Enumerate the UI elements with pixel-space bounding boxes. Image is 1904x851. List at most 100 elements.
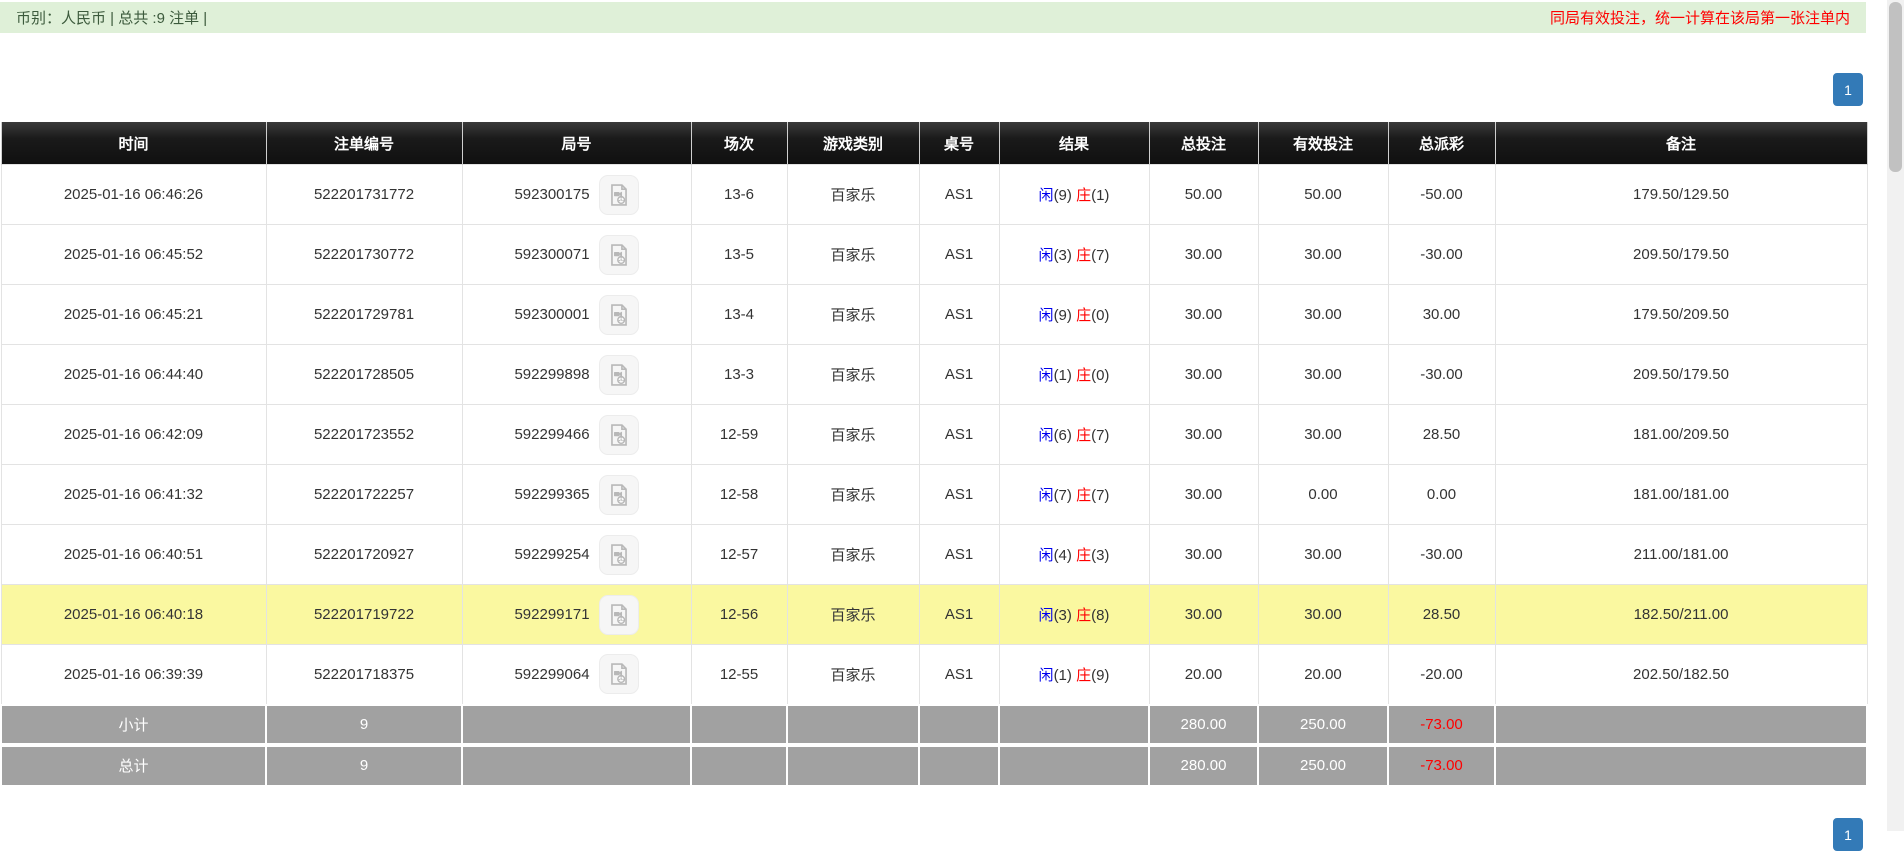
cell-round: 592300001	[462, 285, 691, 345]
video-replay-button[interactable]	[599, 595, 639, 635]
player-result-points: (9)	[1054, 187, 1072, 204]
col-header-table-no: 桌号	[919, 122, 999, 165]
cell-total-bet[interactable]: 30.00	[1149, 345, 1258, 405]
cell-result: 闲(3) 庄(8)	[999, 585, 1149, 645]
cell-bet-id: 522201729781	[266, 285, 462, 345]
banker-result-points: (9)	[1091, 667, 1109, 684]
round-number: 592300071	[514, 246, 589, 263]
cell-session: 12-59	[691, 405, 787, 465]
cell-payout: -30.00	[1388, 525, 1495, 585]
video-replay-button[interactable]	[599, 535, 639, 575]
cell-total-bet[interactable]: 30.00	[1149, 585, 1258, 645]
player-result-points: (1)	[1054, 367, 1072, 384]
cell-payout: 28.50	[1388, 585, 1495, 645]
cell-valid-bet: 30.00	[1258, 525, 1388, 585]
cell-total-bet[interactable]: 30.00	[1149, 225, 1258, 285]
banker-result-points: (8)	[1091, 607, 1109, 624]
cell-remark: 211.00/181.00	[1495, 525, 1867, 585]
player-result-points: (1)	[1054, 667, 1072, 684]
cell-total-bet[interactable]: 30.00	[1149, 405, 1258, 465]
player-result-label: 闲	[1039, 187, 1054, 204]
player-result-label: 闲	[1039, 367, 1054, 384]
col-header-round: 局号	[462, 122, 691, 165]
col-header-bet-id: 注单编号	[266, 122, 462, 165]
cell-bet-id: 522201720927	[266, 525, 462, 585]
cell-game-type: 百家乐	[787, 525, 919, 585]
video-file-icon	[606, 542, 632, 568]
cell-total-bet[interactable]: 30.00	[1149, 285, 1258, 345]
player-result-label: 闲	[1039, 547, 1054, 564]
banker-result-label: 庄	[1076, 667, 1091, 684]
round-number: 592299064	[514, 666, 589, 683]
summary-section: 小计 9 280.00 250.00 -73.00 总计 9 280.00 25…	[1, 705, 1867, 785]
subtotal-row: 小计 9 280.00 250.00 -73.00	[1, 705, 1867, 745]
cell-table-no: AS1	[919, 585, 999, 645]
cell-session: 12-55	[691, 645, 787, 705]
video-replay-button[interactable]	[599, 654, 639, 694]
cell-total-bet[interactable]: 20.00	[1149, 645, 1258, 705]
cell-table-no: AS1	[919, 345, 999, 405]
cell-bet-id: 522201719722	[266, 585, 462, 645]
video-file-icon	[606, 242, 632, 268]
cell-result: 闲(9) 庄(1)	[999, 165, 1149, 225]
cell-bet-id: 522201718375	[266, 645, 462, 705]
subtotal-payout: -73.00	[1388, 705, 1495, 745]
total-valid-bet: 250.00	[1258, 745, 1388, 785]
cell-remark: 179.50/129.50	[1495, 165, 1867, 225]
banker-result-points: (0)	[1091, 367, 1109, 384]
banker-result-points: (7)	[1091, 247, 1109, 264]
banker-result-label: 庄	[1076, 187, 1091, 204]
total-payout: -73.00	[1388, 745, 1495, 785]
cell-session: 13-6	[691, 165, 787, 225]
cell-game-type: 百家乐	[787, 465, 919, 525]
col-header-result: 结果	[999, 122, 1149, 165]
scrollbar-thumb[interactable]	[1889, 2, 1902, 172]
cell-payout: -20.00	[1388, 645, 1495, 705]
cell-total-bet[interactable]: 30.00	[1149, 525, 1258, 585]
cell-bet-id: 522201730772	[266, 225, 462, 285]
cell-round: 592300175	[462, 165, 691, 225]
cell-round: 592299898	[462, 345, 691, 405]
cell-time: 2025-01-16 06:45:21	[1, 285, 266, 345]
table-row: 2025-01-16 06:45:52 522201730772 5923000…	[1, 225, 1867, 285]
total-count: 9	[266, 745, 462, 785]
pagination-page-1-top[interactable]: 1	[1833, 73, 1863, 106]
cell-game-type: 百家乐	[787, 405, 919, 465]
cell-remark: 181.00/209.50	[1495, 405, 1867, 465]
cell-result: 闲(7) 庄(7)	[999, 465, 1149, 525]
cell-game-type: 百家乐	[787, 165, 919, 225]
video-replay-button[interactable]	[599, 175, 639, 215]
cell-payout: -50.00	[1388, 165, 1495, 225]
video-replay-button[interactable]	[599, 235, 639, 275]
cell-valid-bet: 30.00	[1258, 225, 1388, 285]
cell-valid-bet: 50.00	[1258, 165, 1388, 225]
banker-result-label: 庄	[1076, 427, 1091, 444]
cell-total-bet[interactable]: 50.00	[1149, 165, 1258, 225]
cell-result: 闲(1) 庄(0)	[999, 345, 1149, 405]
cell-result: 闲(1) 庄(9)	[999, 645, 1149, 705]
cell-valid-bet: 30.00	[1258, 405, 1388, 465]
banker-result-label: 庄	[1076, 247, 1091, 264]
cell-time: 2025-01-16 06:44:40	[1, 345, 266, 405]
subtotal-valid-bet: 250.00	[1258, 705, 1388, 745]
player-result-points: (7)	[1054, 487, 1072, 504]
col-header-payout: 总派彩	[1388, 122, 1495, 165]
vertical-scrollbar[interactable]	[1887, 0, 1904, 831]
col-header-time: 时间	[1, 122, 266, 165]
cell-payout: 0.00	[1388, 465, 1495, 525]
cell-session: 12-57	[691, 525, 787, 585]
table-row: 2025-01-16 06:41:32 522201722257 5922993…	[1, 465, 1867, 525]
video-replay-button[interactable]	[599, 415, 639, 455]
pagination-page-1-bottom[interactable]: 1	[1833, 818, 1863, 851]
video-replay-button[interactable]	[599, 355, 639, 395]
cell-game-type: 百家乐	[787, 345, 919, 405]
player-result-points: (6)	[1054, 427, 1072, 444]
cell-remark: 181.00/181.00	[1495, 465, 1867, 525]
video-replay-button[interactable]	[599, 295, 639, 335]
cell-round: 592299365	[462, 465, 691, 525]
video-replay-button[interactable]	[599, 475, 639, 515]
cell-total-bet[interactable]: 30.00	[1149, 465, 1258, 525]
cell-table-no: AS1	[919, 645, 999, 705]
player-result-points: (3)	[1054, 607, 1072, 624]
cell-time: 2025-01-16 06:39:39	[1, 645, 266, 705]
